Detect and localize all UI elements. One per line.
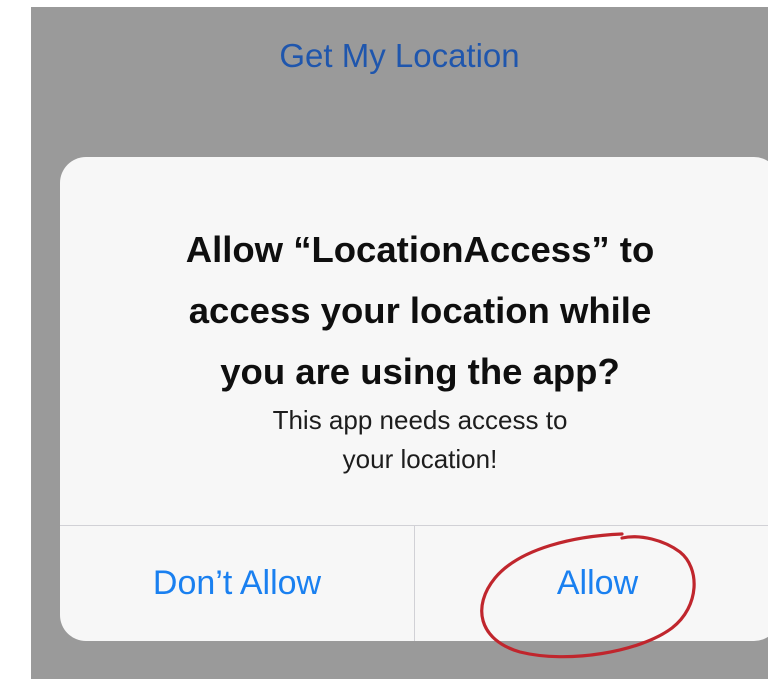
get-my-location-button[interactable]: Get My Location	[31, 37, 768, 75]
app-screen: Get My Location Allow “LocationAccess” t…	[31, 7, 768, 679]
alert-title-line: you are using the app?	[220, 351, 620, 392]
alert-title: Allow “LocationAccess” to access your lo…	[70, 219, 768, 402]
alert-message-line: This app needs access to	[272, 405, 568, 435]
alert-title-line: Allow “LocationAccess” to	[185, 229, 655, 270]
alert-title-line: access your location while	[188, 290, 652, 331]
alert-message-line: your location!	[342, 444, 498, 474]
location-permission-alert: Allow “LocationAccess” to access your lo…	[60, 157, 768, 641]
alert-message: This app needs access to your location!	[70, 401, 768, 479]
dont-allow-button[interactable]: Don’t Allow	[60, 526, 414, 641]
allow-button[interactable]: Allow	[415, 526, 768, 641]
